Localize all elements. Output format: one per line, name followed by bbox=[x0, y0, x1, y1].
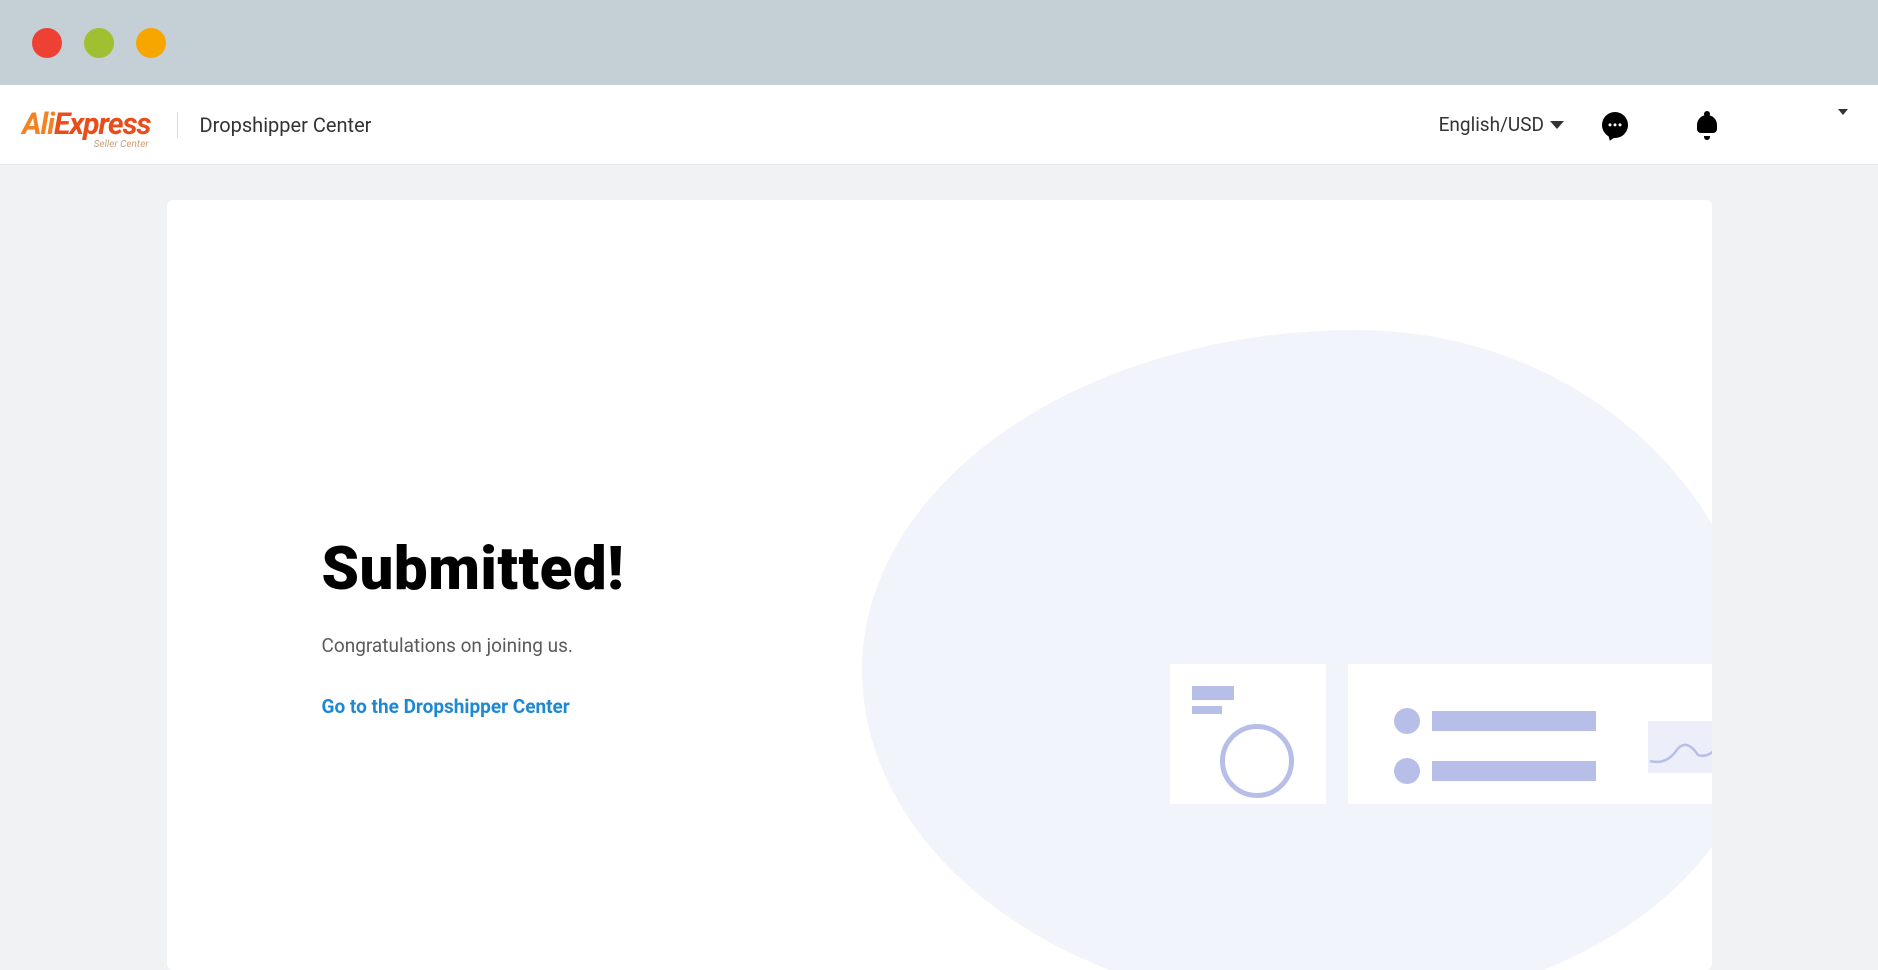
chart-line-icon bbox=[1648, 721, 1712, 773]
window-maximize-button[interactable] bbox=[136, 28, 166, 58]
decorative-blob bbox=[862, 330, 1712, 970]
app-header: AliExpress Seller Center Dropshipper Cen… bbox=[0, 85, 1878, 165]
logo-text-express: Express bbox=[54, 107, 151, 142]
language-label: English/USD bbox=[1439, 113, 1544, 136]
window-close-button[interactable] bbox=[32, 28, 62, 58]
user-menu-dropdown[interactable] bbox=[1838, 115, 1848, 134]
confirmation-subtext: Congratulations on joining us. bbox=[322, 634, 625, 657]
window-minimize-button[interactable] bbox=[84, 28, 114, 58]
confirmation-text-block: Submitted! Congratulations on joining us… bbox=[322, 533, 625, 718]
go-to-dropshipper-center-link[interactable]: Go to the Dropshipper Center bbox=[322, 695, 570, 718]
illustration-profile-card bbox=[1170, 664, 1326, 804]
brand-logo[interactable]: AliExpress Seller Center bbox=[22, 107, 151, 142]
language-currency-switcher[interactable]: English/USD bbox=[1439, 113, 1564, 136]
illustration-list-card bbox=[1348, 664, 1712, 804]
chat-icon[interactable] bbox=[1602, 112, 1628, 138]
page-title: Dropshipper Center bbox=[200, 113, 372, 137]
logo-text-ali: Ali bbox=[22, 107, 54, 142]
notifications-icon[interactable] bbox=[1696, 113, 1718, 137]
main-content-card: Submitted! Congratulations on joining us… bbox=[167, 200, 1712, 970]
vertical-separator bbox=[177, 112, 178, 138]
caret-down-icon bbox=[1838, 109, 1848, 134]
caret-down-icon bbox=[1550, 121, 1564, 129]
confirmation-heading: Submitted! bbox=[322, 533, 625, 604]
window-titlebar bbox=[0, 0, 1878, 85]
logo-subtitle: Seller Center bbox=[94, 139, 149, 150]
